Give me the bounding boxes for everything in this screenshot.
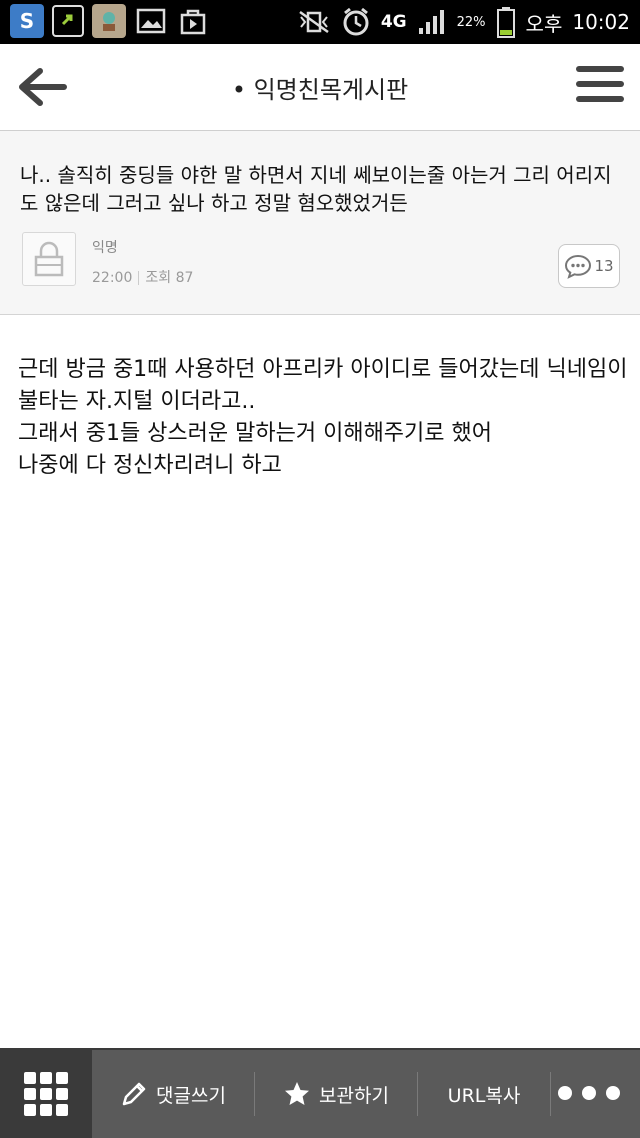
grid-cell bbox=[56, 1104, 68, 1116]
hamburger-line bbox=[576, 96, 624, 102]
post-title: 나.. 솔직히 중딩들 야한 말 하면서 지네 쎄보이는줄 아는거 그리 어리지… bbox=[20, 163, 612, 215]
more-options-icon[interactable] bbox=[558, 1086, 620, 1100]
network-type: 4G bbox=[380, 12, 407, 32]
author-name: 익명 bbox=[92, 240, 118, 256]
star-icon bbox=[285, 1082, 310, 1105]
app-bar: • 익명친목게시판 bbox=[0, 44, 640, 131]
notification-icons: S bbox=[10, 4, 210, 38]
copy-url-label: URL복사 bbox=[447, 1084, 521, 1107]
grid-cell bbox=[40, 1072, 52, 1084]
battery-percent: 22% bbox=[456, 14, 486, 30]
dot bbox=[606, 1086, 620, 1100]
phone-upload-icon bbox=[52, 5, 84, 37]
dot bbox=[558, 1086, 572, 1100]
post-time: 22:00 bbox=[92, 270, 133, 286]
body-line: 근데 방금 중1때 사용하던 아프리카 아이디로 들어갔는데 닉네임이 불타는 … bbox=[18, 357, 628, 414]
post-meta: 22:00 조회 87 bbox=[92, 267, 193, 287]
apps-grid-button[interactable] bbox=[0, 1050, 92, 1138]
grid-cell bbox=[24, 1088, 36, 1100]
alarm-icon bbox=[343, 7, 369, 36]
menu-button[interactable] bbox=[576, 66, 624, 106]
pencil-icon bbox=[122, 1082, 146, 1106]
clock-time: 10:02 bbox=[572, 10, 630, 34]
write-comment-label: 댓글쓰기 bbox=[156, 1084, 226, 1107]
view-count: 조회 87 bbox=[145, 270, 194, 286]
clock-ampm: 오후 bbox=[525, 11, 563, 36]
lock-icon bbox=[34, 241, 64, 277]
post-header: 나.. 솔직히 중딩들 야한 말 하면서 지네 쎄보이는줄 아는거 그리 어리지… bbox=[0, 131, 640, 315]
status-bar: S 4G 22% 오후 10:02 bbox=[0, 0, 640, 44]
photo-thumbnail-icon bbox=[92, 4, 126, 38]
signal-icon bbox=[418, 10, 444, 34]
dot bbox=[582, 1086, 596, 1100]
play-store-icon bbox=[176, 4, 210, 38]
save-label: 보관하기 bbox=[319, 1084, 389, 1107]
comment-count: 13 bbox=[594, 257, 614, 275]
comments-button[interactable]: 13 bbox=[558, 244, 620, 288]
grid-cell bbox=[24, 1104, 36, 1116]
gallery-icon bbox=[134, 4, 168, 38]
grid-cell bbox=[40, 1088, 52, 1100]
page-title: • 익명친목게시판 bbox=[231, 76, 409, 104]
speech-bubble-icon bbox=[565, 254, 592, 279]
vibrate-mute-icon bbox=[299, 10, 329, 34]
post-body: 근데 방금 중1때 사용하던 아프리카 아이디로 들어갔는데 닉네임이 불타는 … bbox=[18, 354, 628, 482]
system-status: 4G 22% 오후 10:02 bbox=[297, 4, 630, 40]
hamburger-line bbox=[576, 81, 624, 87]
bottom-toolbar: 댓글쓰기 보관하기 URL복사 bbox=[0, 1048, 640, 1138]
hamburger-icon bbox=[576, 66, 624, 72]
body-line: 나중에 다 정신차리려니 하고 bbox=[18, 453, 282, 478]
copy-url-button[interactable]: URL복사 bbox=[418, 1050, 550, 1138]
body-line: 그래서 중1들 상스러운 말하는거 이해해주기로 했어 bbox=[18, 421, 493, 446]
write-comment-button[interactable]: 댓글쓰기 bbox=[92, 1050, 254, 1138]
battery-icon bbox=[496, 7, 515, 38]
s-app-icon: S bbox=[10, 4, 44, 38]
grid-cell bbox=[56, 1072, 68, 1084]
grid-cell bbox=[24, 1072, 36, 1084]
save-button[interactable]: 보관하기 bbox=[255, 1050, 417, 1138]
grid-cell bbox=[56, 1088, 68, 1100]
avatar bbox=[22, 232, 76, 286]
grid-cell bbox=[40, 1104, 52, 1116]
toolbar-divider bbox=[550, 1072, 551, 1116]
meta-divider bbox=[138, 271, 140, 285]
grid-icon bbox=[24, 1072, 68, 1116]
